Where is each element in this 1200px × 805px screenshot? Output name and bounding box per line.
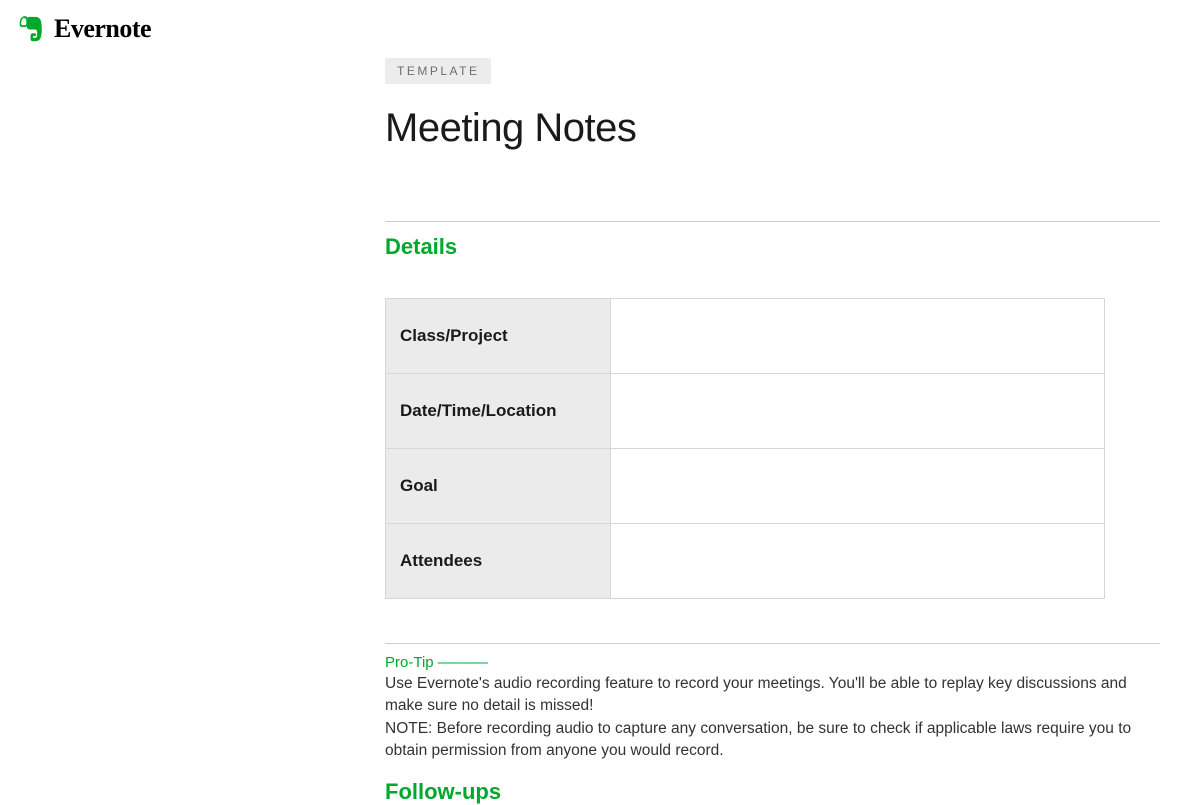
row-value[interactable] (611, 524, 1105, 599)
row-label: Attendees (386, 524, 611, 599)
table-row: Attendees (386, 524, 1105, 599)
divider (385, 221, 1160, 222)
document-content: TEMPLATE Meeting Notes Details Class/Pro… (385, 0, 1160, 805)
row-label: Class/Project (386, 299, 611, 374)
row-value[interactable] (611, 374, 1105, 449)
row-label: Date/Time/Location (386, 374, 611, 449)
page-title: Meeting Notes (385, 106, 1160, 151)
followups-heading: Follow-ups (385, 779, 1160, 805)
divider (385, 643, 1160, 644)
brand-name: Evernote (54, 14, 151, 44)
protip-note: NOTE: Before recording audio to capture … (385, 718, 1160, 763)
brand-logo[interactable]: Evernote (16, 14, 151, 44)
row-value[interactable] (611, 299, 1105, 374)
details-heading: Details (385, 234, 1160, 260)
row-label: Goal (386, 449, 611, 524)
table-row: Date/Time/Location (386, 374, 1105, 449)
elephant-icon (16, 14, 46, 44)
protip-body: Use Evernote's audio recording feature t… (385, 673, 1160, 718)
details-table: Class/Project Date/Time/Location Goal At… (385, 298, 1105, 599)
table-row: Goal (386, 449, 1105, 524)
row-value[interactable] (611, 449, 1105, 524)
table-row: Class/Project (386, 299, 1105, 374)
template-badge: TEMPLATE (385, 58, 491, 84)
protip-label: Pro-Tip –––––– (385, 654, 1160, 671)
